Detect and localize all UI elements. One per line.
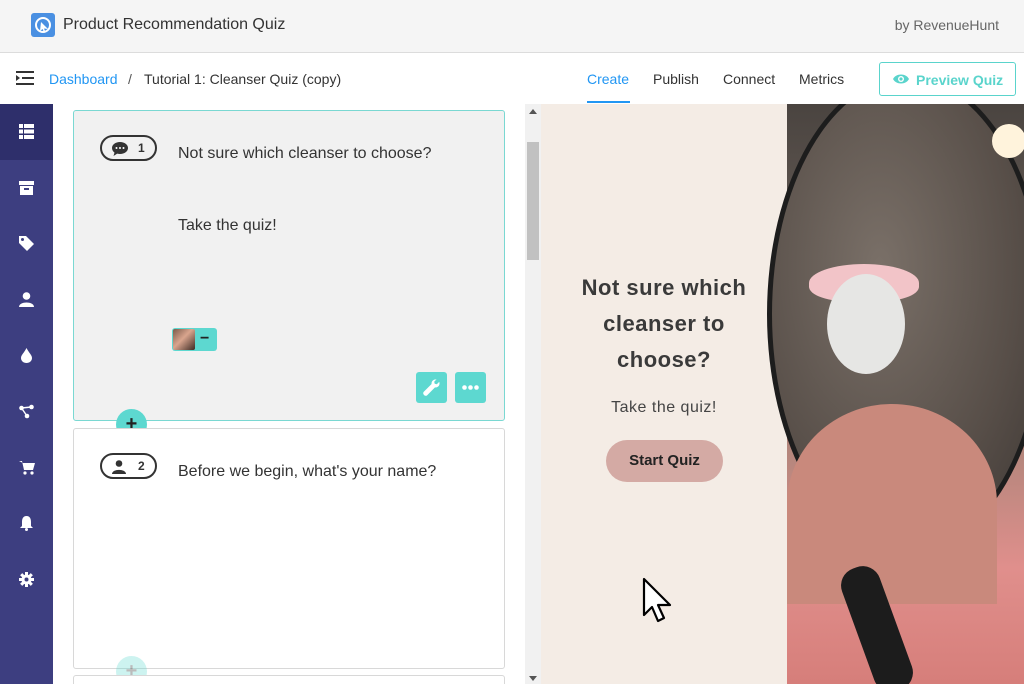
remove-image-icon[interactable]: −	[200, 330, 209, 348]
app-byline[interactable]: by RevenueHunt	[895, 17, 999, 33]
question-card-1[interactable]: 1 Not sure which cleanser to choose? Tak…	[73, 110, 505, 421]
question-title[interactable]: Before we begin, what's your name?	[178, 463, 436, 481]
nav-bar: Dashboard / Tutorial 1: Cleanser Quiz (c…	[0, 54, 1024, 104]
revenuehunt-logo-icon	[31, 13, 55, 37]
box-icon	[19, 181, 34, 195]
user-icon	[19, 292, 34, 307]
scroll-down-arrow-icon[interactable]	[529, 676, 537, 681]
sidebar-item-settings[interactable]	[0, 552, 53, 608]
start-quiz-label: Start Quiz	[629, 452, 700, 469]
eye-icon	[893, 72, 909, 89]
question-title[interactable]: Not sure which cleanser to choose?	[178, 145, 431, 163]
preview-hero-image	[767, 104, 1024, 684]
quiz-preview: Not sure which cleanser to choose? Take …	[541, 104, 1024, 684]
more-options-button[interactable]	[455, 372, 486, 403]
app-bar: Product Recommendation Quiz by RevenueHu…	[0, 0, 1024, 53]
sidebar-item-cart[interactable]	[0, 440, 53, 496]
question-card-3[interactable]	[73, 675, 505, 684]
preview-title: Not sure which cleanser to choose?	[581, 275, 747, 372]
sidebar-item-flow[interactable]	[0, 384, 53, 440]
breadcrumb-separator: /	[128, 71, 132, 87]
scroll-thumb[interactable]	[527, 142, 539, 260]
menu-toggle-icon[interactable]	[16, 70, 34, 86]
tag-icon	[19, 236, 34, 251]
tab-metrics[interactable]: Metrics	[799, 71, 844, 87]
mouse-cursor-icon	[642, 577, 676, 630]
breadcrumb-dashboard-link[interactable]: Dashboard	[49, 71, 118, 87]
quiz-editor: 1 Not sure which cleanser to choose? Tak…	[53, 104, 525, 684]
app-title: Product Recommendation Quiz	[63, 16, 286, 33]
lamp-shape	[992, 124, 1024, 158]
sidebar-item-notifications[interactable]	[0, 496, 53, 552]
person-shoulder-shape	[787, 404, 997, 604]
comment-icon	[112, 142, 128, 156]
wrench-icon	[423, 379, 440, 396]
sidebar-item-customers[interactable]	[0, 272, 53, 328]
active-tab-indicator	[587, 101, 630, 103]
sidebar	[0, 104, 53, 684]
person-icon	[112, 460, 126, 474]
image-thumbnail-chip[interactable]: −	[172, 328, 217, 351]
preview-quiz-label: Preview Quiz	[916, 72, 1004, 88]
preview-subtitle: Take the quiz!	[611, 399, 717, 416]
tab-create[interactable]: Create	[587, 71, 629, 87]
settings-wrench-button[interactable]	[416, 372, 447, 403]
sidebar-item-products[interactable]	[0, 160, 53, 216]
sidebar-item-design[interactable]	[0, 328, 53, 384]
image-thumbnail	[173, 329, 195, 350]
sidebar-item-questions[interactable]	[0, 104, 53, 160]
cart-icon	[19, 461, 35, 475]
question-badge-2: 2	[100, 453, 157, 479]
question-number: 2	[138, 459, 145, 473]
more-dots-icon	[462, 385, 479, 390]
share-nodes-icon	[19, 404, 34, 419]
tab-publish[interactable]: Publish	[653, 71, 699, 87]
face-mask-shape	[827, 274, 905, 374]
question-badge-1: 1	[100, 135, 157, 161]
gear-icon	[19, 572, 34, 587]
question-card-2[interactable]: 2 Before we begin, what's your name?	[73, 428, 505, 669]
question-subtitle[interactable]: Take the quiz!	[178, 217, 277, 235]
start-quiz-button[interactable]: Start Quiz	[606, 440, 723, 482]
question-number: 1	[138, 141, 145, 155]
preview-quiz-button[interactable]: Preview Quiz	[879, 62, 1016, 96]
breadcrumb-current: Tutorial 1: Cleanser Quiz (copy)	[144, 71, 342, 87]
sidebar-item-tags[interactable]	[0, 216, 53, 272]
scroll-up-arrow-icon[interactable]	[529, 109, 537, 114]
drop-icon	[21, 348, 32, 363]
tab-connect[interactable]: Connect	[723, 71, 775, 87]
bell-icon	[20, 516, 33, 531]
editor-scrollbar[interactable]	[525, 104, 541, 684]
list-icon	[19, 124, 34, 139]
